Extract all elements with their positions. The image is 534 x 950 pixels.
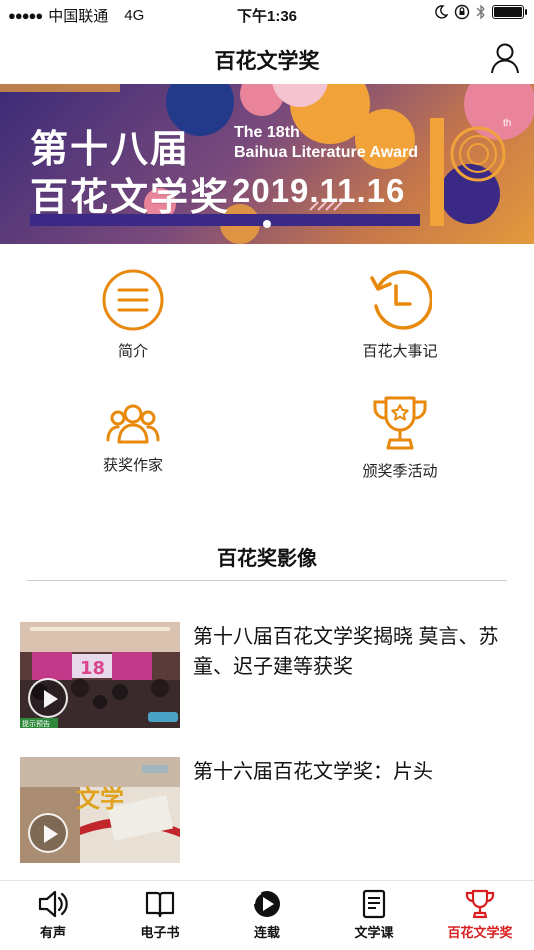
feature-winners[interactable]: 获奖作家 bbox=[53, 402, 213, 475]
banner-th: th bbox=[503, 118, 512, 129]
tab-literature-class[interactable]: 文学课 bbox=[324, 889, 424, 941]
tab-label: 百花文学奖 bbox=[447, 925, 513, 940]
video-item[interactable]: 18 提示预告 第十八届百花文学奖揭晓 莫言、苏童、迟子建等获奖 bbox=[20, 622, 514, 728]
speaker-icon bbox=[38, 890, 68, 918]
tab-label: 有声 bbox=[39, 925, 66, 940]
video-thumbnail[interactable]: 文学 bbox=[20, 757, 180, 863]
nav-bar: 百花文学奖 bbox=[0, 30, 534, 84]
svg-text:18: 18 bbox=[80, 658, 105, 679]
bluetooth-icon bbox=[476, 4, 485, 20]
menu-lines-icon bbox=[102, 269, 164, 331]
video-thumb-text: 文学 bbox=[76, 785, 124, 813]
status-bar: ●●●●● 中国联通 4G 下午1:36 bbox=[0, 0, 534, 30]
video-title[interactable]: 第十八届百花文学奖揭晓 莫言、苏童、迟子建等获奖 bbox=[193, 622, 509, 682]
feature-intro[interactable]: 简介 bbox=[53, 268, 213, 361]
tab-label: 文学课 bbox=[354, 925, 394, 940]
battery-icon bbox=[492, 5, 527, 19]
feature-history[interactable]: 百花大事记 bbox=[320, 268, 480, 361]
section-title: 百花奖影像 bbox=[217, 548, 317, 570]
banner-page-indicator[interactable] bbox=[263, 220, 271, 228]
video-title[interactable]: 第十六届百花文学奖：片头 bbox=[193, 757, 509, 787]
video-item[interactable]: 文学 第十六届百花文学奖：片头 bbox=[20, 757, 514, 863]
banner-title-line1: 第十八届 bbox=[30, 129, 191, 171]
status-right bbox=[434, 4, 527, 20]
history-clock-icon bbox=[370, 270, 432, 330]
section-divider bbox=[27, 580, 507, 581]
feature-label: 颁奖季活动 bbox=[362, 463, 438, 480]
feature-label: 获奖作家 bbox=[102, 457, 163, 474]
play-icon[interactable] bbox=[28, 678, 68, 718]
orientation-lock-icon bbox=[454, 4, 470, 20]
banner-title-line2: 百花文学奖 bbox=[30, 177, 231, 219]
video-thumb-text: 提示预告 bbox=[22, 719, 50, 728]
moon-icon bbox=[435, 5, 448, 19]
person-icon[interactable] bbox=[490, 42, 520, 74]
tab-serial[interactable]: 连载 bbox=[217, 889, 317, 941]
group-people-icon bbox=[106, 404, 160, 444]
feature-label: 简介 bbox=[117, 343, 148, 360]
tab-baihua-award[interactable]: 百花文学奖 bbox=[430, 889, 530, 941]
page-title: 百花文学奖 bbox=[214, 50, 320, 73]
tab-bar: 有声 电子书 连载 文学课 百花文学奖 bbox=[0, 880, 534, 950]
tab-label: 连载 bbox=[253, 925, 280, 940]
open-book-icon bbox=[145, 891, 175, 918]
tab-audio[interactable]: 有声 bbox=[3, 889, 103, 941]
banner-date: 2019.11.16 bbox=[232, 172, 406, 209]
banner[interactable]: 第十八届 百花文学奖 The 18th Baihua Literature Aw… bbox=[0, 84, 534, 244]
trophy-star-icon bbox=[373, 396, 427, 450]
video-thumbnail[interactable]: 18 提示预告 bbox=[20, 622, 180, 728]
book-icon bbox=[362, 889, 386, 919]
banner-english-line2: Baihua Literature Award bbox=[234, 144, 419, 161]
play-circle-icon bbox=[253, 891, 280, 917]
feature-awards-season[interactable]: 颁奖季活动 bbox=[320, 394, 480, 481]
tab-ebook[interactable]: 电子书 bbox=[110, 889, 210, 941]
tab-label: 电子书 bbox=[140, 925, 180, 940]
banner-english-line1: The 18th bbox=[234, 124, 300, 141]
feature-label: 百花大事记 bbox=[362, 343, 438, 360]
trophy-icon bbox=[465, 889, 495, 919]
play-icon[interactable] bbox=[28, 813, 68, 853]
